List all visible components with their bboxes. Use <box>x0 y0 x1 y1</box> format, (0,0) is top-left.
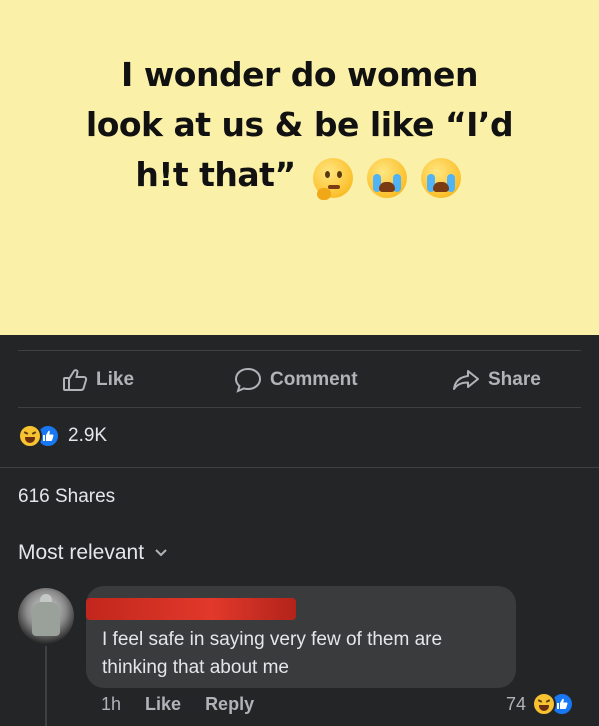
comment-sort-dropdown[interactable]: Most relevant <box>18 541 168 565</box>
post-emojis <box>312 152 464 202</box>
comment-reply-button[interactable]: Reply <box>205 694 254 715</box>
post-text-line-3: h!t that” <box>30 150 569 202</box>
comment-button[interactable]: Comment <box>234 365 358 395</box>
haha-reaction-icon <box>18 424 42 448</box>
comment-timestamp: 1h <box>101 694 122 714</box>
reaction-count: 2.9K <box>68 425 108 446</box>
comment-reaction-count: 74 <box>506 693 527 714</box>
speech-bubble-icon <box>234 367 262 393</box>
shares-count[interactable]: 616 Shares <box>18 486 115 508</box>
comment-meta: 1h Like Reply <box>101 694 278 715</box>
haha-reaction-icon <box>532 692 557 716</box>
divider <box>0 467 599 468</box>
avatar[interactable] <box>18 588 74 644</box>
comment-reactions[interactable]: 74 <box>506 692 575 716</box>
thumbs-up-icon <box>63 369 88 391</box>
post-text-line-2: look at us & be like “I’d <box>85 105 514 144</box>
divider <box>18 407 581 408</box>
post-text-line-1: I wonder do women <box>121 55 478 94</box>
post-text: I wonder do women look at us & be like “… <box>30 50 569 202</box>
comment-like-button[interactable]: Like <box>145 694 181 715</box>
thinking-face-icon <box>312 158 353 200</box>
divider <box>18 350 581 351</box>
loudly-crying-face-icon <box>366 158 407 198</box>
post-text-background: I wonder do women look at us & be like “… <box>0 0 599 335</box>
like-button[interactable]: Like <box>62 365 134 395</box>
loudly-crying-face-icon <box>420 158 461 198</box>
reaction-summary[interactable]: 2.9K <box>18 424 107 448</box>
share-button-label: Share <box>488 369 541 390</box>
comment-sort-label: Most relevant <box>18 541 145 564</box>
chevron-down-icon <box>155 549 167 557</box>
thread-line <box>45 646 47 726</box>
like-button-label: Like <box>96 369 135 390</box>
redacted-name <box>86 598 296 620</box>
share-button[interactable]: Share <box>452 365 541 395</box>
post-text-line-3-text: h!t that” <box>135 155 296 194</box>
comment-text: I feel safe in saying very few of them a… <box>102 629 443 678</box>
comment-button-label: Comment <box>270 369 358 390</box>
comment-bubble: I feel safe in saying very few of them a… <box>86 586 516 688</box>
share-arrow-icon <box>453 370 479 390</box>
